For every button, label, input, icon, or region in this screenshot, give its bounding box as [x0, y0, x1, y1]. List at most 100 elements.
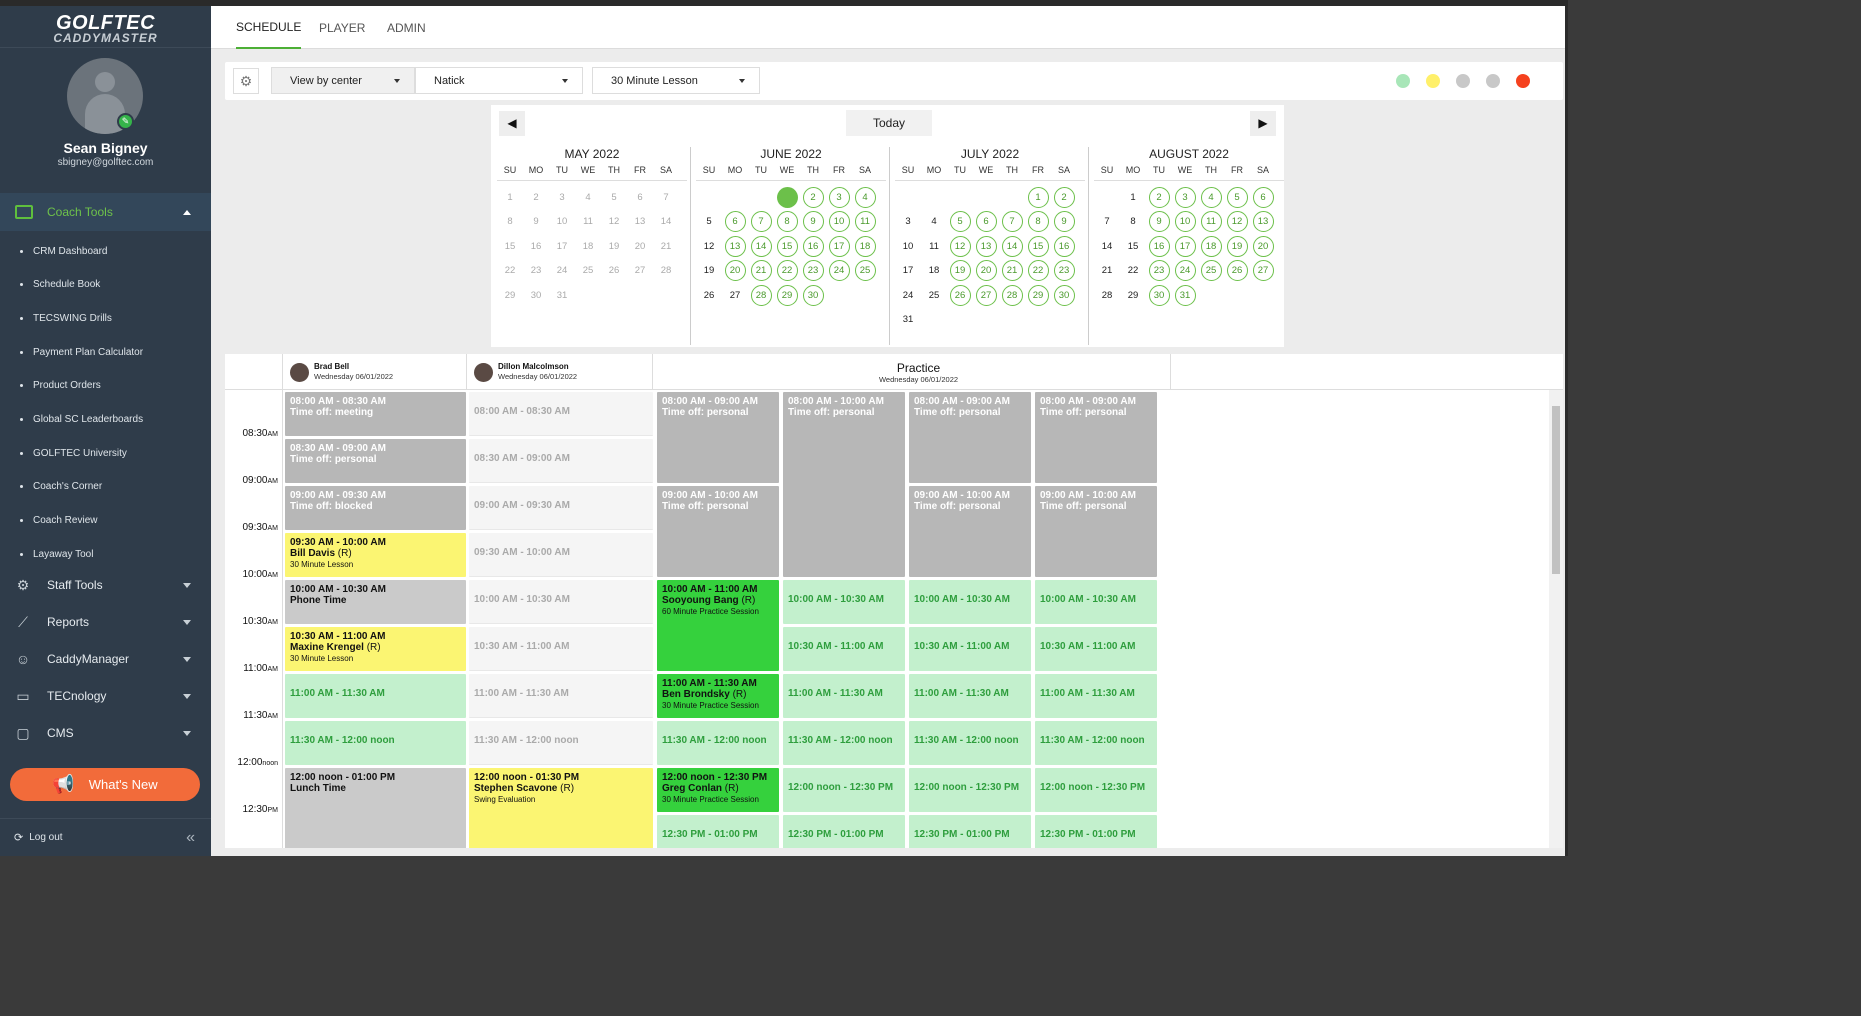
appointment-slot[interactable]: 08:00 AM - 09:00 AM Time off: personal [1035, 392, 1157, 483]
sidebar-item[interactable]: Global SC Leaderboards [0, 409, 211, 431]
calendar-day[interactable]: 14 [748, 234, 774, 259]
sidebar-item[interactable]: Layaway Tool [0, 543, 211, 565]
sidebar-item[interactable]: Schedule Book [0, 274, 211, 296]
open-slot[interactable]: 11:30 AM - 12:00 noon [909, 721, 1031, 765]
open-slot[interactable]: 12:00 noon - 12:30 PM [1035, 768, 1157, 812]
calendar-day[interactable]: 20 [973, 259, 999, 284]
calendar-day[interactable]: 2 [800, 185, 826, 210]
open-slot[interactable]: 10:30 AM - 11:00 AM [1035, 627, 1157, 671]
appointment-slot[interactable]: 09:00 AM - 10:00 AM Time off: personal [909, 486, 1031, 577]
open-slot[interactable]: 11:30 AM - 12:00 noon [285, 721, 466, 765]
open-slot[interactable]: 10:30 AM - 11:00 AM [783, 627, 905, 671]
logout-icon[interactable]: ⟳ [14, 831, 23, 844]
lesson-type-select[interactable]: 30 Minute Lesson [592, 67, 760, 94]
calendar-day[interactable]: 24 [1172, 259, 1198, 284]
calendar-day[interactable]: 5 [1224, 185, 1250, 210]
calendar-day[interactable]: 19 [1224, 234, 1250, 259]
calendar-day[interactable]: 8 [1025, 210, 1051, 235]
calendar-day[interactable]: 16 [1051, 234, 1077, 259]
calendar-day[interactable]: 22 [1025, 259, 1051, 284]
today-button[interactable]: Today [846, 110, 932, 136]
status-dot[interactable] [1516, 74, 1530, 88]
calendar-day[interactable]: 23 [1051, 259, 1077, 284]
open-slot[interactable]: 10:00 AM - 10:30 AM [783, 580, 905, 624]
calendar-day[interactable]: 31 [1172, 283, 1198, 308]
appointment-slot[interactable]: 11:00 AM - 11:30 AM Ben Brondsky (R) 30 Mi… [657, 674, 779, 718]
calendar-day[interactable]: 8 [774, 210, 800, 235]
calendar-day[interactable]: 27 [973, 283, 999, 308]
open-slot[interactable]: 08:30 AM - 09:00 AM [469, 439, 653, 483]
appointment-slot[interactable]: 09:00 AM - 10:00 AM Time off: personal [1035, 486, 1157, 577]
sidebar-section[interactable]: ⚙ Staff Tools [0, 567, 211, 603]
open-slot[interactable]: 11:00 AM - 11:30 AM [909, 674, 1031, 718]
sidebar-section-coach-tools[interactable]: Coach Tools [0, 193, 211, 231]
open-slot[interactable]: 09:30 AM - 10:00 AM [469, 533, 653, 577]
calendar-day[interactable]: 9 [1146, 210, 1172, 235]
open-slot[interactable]: 10:00 AM - 10:30 AM [909, 580, 1031, 624]
open-slot[interactable]: 12:00 noon - 12:30 PM [909, 768, 1031, 812]
calendar-day[interactable]: 6 [722, 210, 748, 235]
calendar-day[interactable]: 21 [748, 259, 774, 284]
gear-icon[interactable]: ⚙ [233, 68, 259, 94]
tab-admin[interactable]: ADMIN [387, 6, 426, 49]
open-slot[interactable]: 11:00 AM - 11:30 AM [285, 674, 466, 718]
whats-new-button[interactable]: 📢 What's New [10, 768, 200, 801]
calendar-day[interactable]: 23 [800, 259, 826, 284]
status-dot[interactable] [1456, 74, 1470, 88]
appointment-slot[interactable]: 08:00 AM - 10:00 AM Time off: personal [783, 392, 905, 577]
calendar-day[interactable]: 12 [1224, 210, 1250, 235]
open-slot[interactable]: 11:30 AM - 12:00 noon [783, 721, 905, 765]
calendar-day[interactable]: 11 [1198, 210, 1224, 235]
appointment-slot[interactable]: 08:00 AM - 08:30 AM Time off: meeting [285, 392, 466, 436]
appointment-slot[interactable]: 08:00 AM - 09:00 AM Time off: personal [657, 392, 779, 483]
appointment-slot[interactable]: 12:00 noon - 12:30 PM Greg Conlan (R) 30 M… [657, 768, 779, 812]
open-slot[interactable]: 12:30 PM - 01:00 PM [1035, 815, 1157, 848]
calendar-day[interactable]: 13 [973, 234, 999, 259]
scrollbar-thumb[interactable] [1552, 406, 1560, 574]
calendar-day[interactable]: 30 [800, 283, 826, 308]
calendar-day[interactable]: 29 [1025, 283, 1051, 308]
calendar-day[interactable]: 19 [947, 259, 973, 284]
open-slot[interactable]: 10:30 AM - 11:00 AM [469, 627, 653, 671]
calendar-day[interactable]: 28 [999, 283, 1025, 308]
calendar-day[interactable]: 15 [1025, 234, 1051, 259]
calendar-day[interactable]: 16 [800, 234, 826, 259]
calendar-day[interactable]: 17 [1172, 234, 1198, 259]
calendar-day[interactable]: 13 [1250, 210, 1276, 235]
calendar-day[interactable]: 2 [1146, 185, 1172, 210]
status-dot[interactable] [1426, 74, 1440, 88]
calendar-day[interactable]: 2 [1051, 185, 1077, 210]
calendar-day[interactable]: 6 [973, 210, 999, 235]
sidebar-section[interactable]: ⟋ Reports [0, 604, 211, 640]
status-dot[interactable] [1396, 74, 1410, 88]
calendar-day[interactable]: 25 [1198, 259, 1224, 284]
calendar-day[interactable]: 20 [722, 259, 748, 284]
appointment-slot[interactable]: 09:30 AM - 10:00 AM Bill Davis (R) 30 Minu… [285, 533, 466, 577]
appointment-slot[interactable]: 10:30 AM - 11:00 AM Maxine Krengel (R) 30 … [285, 627, 466, 671]
sidebar-section[interactable]: ▢ CMS [0, 715, 211, 751]
calendar-day[interactable]: 11 [852, 210, 878, 235]
center-select[interactable]: Natick [415, 67, 583, 94]
collapse-sidebar-icon[interactable]: « [186, 829, 195, 847]
calendar-day[interactable]: 20 [1250, 234, 1276, 259]
calendar-day[interactable]: 9 [800, 210, 826, 235]
calendar-day[interactable]: 3 [826, 185, 852, 210]
view-select[interactable]: View by center [271, 67, 415, 94]
open-slot[interactable]: 12:00 noon - 12:30 PM [783, 768, 905, 812]
calendar-day[interactable]: 4 [1198, 185, 1224, 210]
calendar-day[interactable]: 18 [852, 234, 878, 259]
calendar-day[interactable]: 26 [1224, 259, 1250, 284]
calendar-day[interactable]: 21 [999, 259, 1025, 284]
calendar-day[interactable]: 18 [1198, 234, 1224, 259]
calendar-day[interactable]: 25 [852, 259, 878, 284]
status-dot[interactable] [1486, 74, 1500, 88]
calendar-day[interactable]: 10 [1172, 210, 1198, 235]
sidebar-item[interactable]: GOLFTEC University [0, 442, 211, 464]
sidebar-section[interactable]: ☺ CaddyManager [0, 641, 211, 677]
open-slot[interactable]: 09:00 AM - 09:30 AM [469, 486, 653, 530]
appointment-slot[interactable]: 10:00 AM - 10:30 AM Phone Time [285, 580, 466, 624]
calendar-day[interactable]: 27 [1250, 259, 1276, 284]
sidebar-item[interactable]: Coach's Corner [0, 476, 211, 498]
calendar-day[interactable]: 14 [999, 234, 1025, 259]
tab-player[interactable]: PLAYER [319, 6, 365, 49]
